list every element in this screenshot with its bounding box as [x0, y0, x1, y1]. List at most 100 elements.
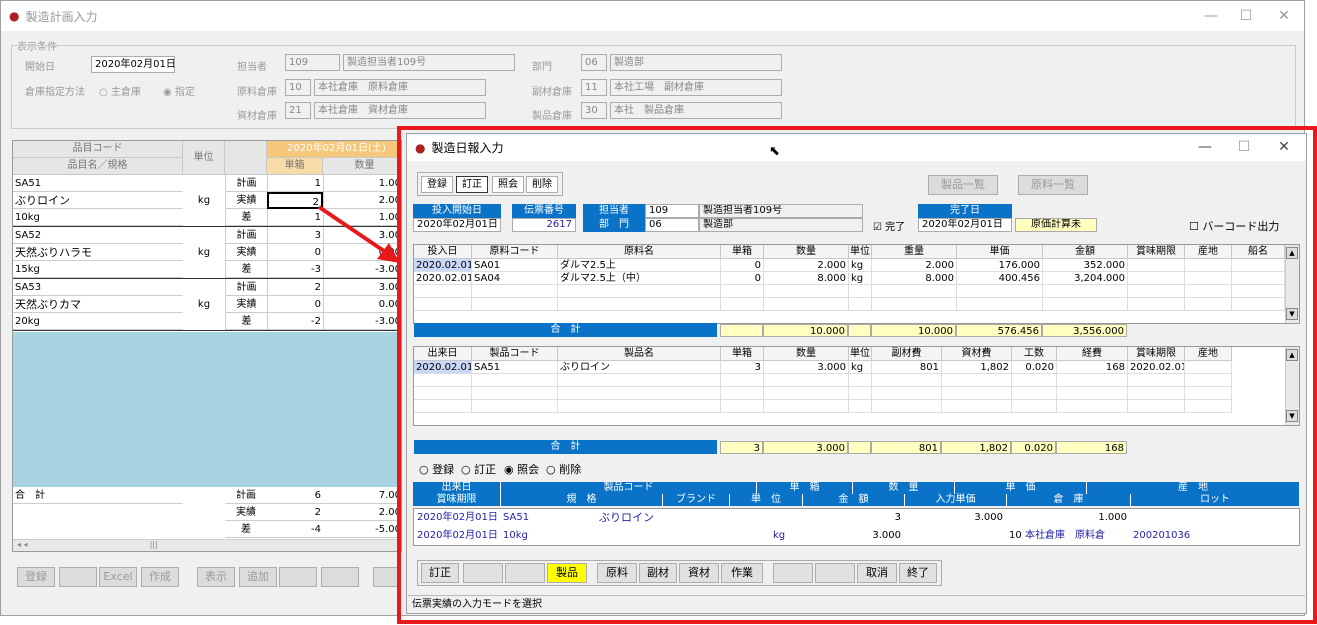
product-cell[interactable]: [849, 374, 872, 387]
product-list-button[interactable]: 製品一覧: [928, 175, 998, 195]
material-cell[interactable]: 2.000: [764, 259, 849, 272]
start-date-field[interactable]: 2020年02月01日: [413, 218, 501, 232]
material-cell[interactable]: [872, 298, 957, 311]
material-cell[interactable]: [414, 298, 472, 311]
product-cell[interactable]: [764, 374, 849, 387]
material-cell[interactable]: kg: [849, 259, 872, 272]
material-cell[interactable]: 8.000: [872, 272, 957, 285]
product-cell[interactable]: 2020.02.01: [414, 361, 472, 374]
material-cell[interactable]: [957, 298, 1043, 311]
product-cell[interactable]: 168: [1057, 361, 1128, 374]
product-cell[interactable]: [414, 387, 472, 400]
material-cell[interactable]: SA01: [472, 259, 558, 272]
material-cell[interactable]: 2020.02.01: [414, 259, 472, 272]
material-cell[interactable]: [472, 285, 558, 298]
mode-radio-0[interactable]: ○ 登録: [419, 461, 454, 477]
material-cell[interactable]: [1128, 259, 1185, 272]
product-cell[interactable]: [1185, 361, 1232, 374]
product-vscroll[interactable]: ▲ ▼: [1285, 347, 1299, 425]
bg-action-button[interactable]: [59, 567, 97, 587]
material-cell[interactable]: [414, 285, 472, 298]
material-cell[interactable]: [472, 298, 558, 311]
detail-unit[interactable]: kg: [771, 529, 801, 542]
material-cell[interactable]: [1128, 285, 1185, 298]
material-cell[interactable]: [1232, 298, 1285, 311]
product-cell[interactable]: [414, 400, 472, 413]
product-cell[interactable]: [849, 400, 872, 413]
close-button[interactable]: ✕: [1264, 1, 1304, 31]
detail-code[interactable]: SA51: [501, 511, 597, 524]
detail-box[interactable]: 3: [803, 511, 903, 524]
material-cell[interactable]: 0: [721, 272, 764, 285]
function-button[interactable]: 取消: [857, 563, 897, 583]
material-cell[interactable]: [849, 285, 872, 298]
material-cell[interactable]: [721, 298, 764, 311]
product-cell[interactable]: [1057, 400, 1128, 413]
function-button[interactable]: [773, 563, 813, 583]
fg-maximize-button[interactable]: ☐: [1224, 134, 1264, 161]
product-cell[interactable]: [942, 374, 1012, 387]
material-vscroll[interactable]: ▲ ▼: [1285, 245, 1299, 323]
product-cell[interactable]: ぶりロイン: [558, 361, 721, 374]
function-button[interactable]: 原料: [597, 563, 637, 583]
material-cell[interactable]: ダルマ2.5上（中）: [558, 272, 721, 285]
product-cell[interactable]: [872, 374, 942, 387]
fg-close-button[interactable]: ✕: [1264, 134, 1304, 161]
bg-action-button[interactable]: [279, 567, 317, 587]
detail-date-1[interactable]: 2020年02月01日: [415, 511, 499, 524]
material-cell[interactable]: [1185, 298, 1232, 311]
box-value[interactable]: -2: [267, 313, 323, 330]
barcode-checkbox[interactable]: ☐ バーコード出力: [1189, 218, 1279, 234]
material-cell[interactable]: [1232, 272, 1285, 285]
seihin-code[interactable]: 30: [581, 102, 607, 119]
tantou-code[interactable]: 109: [285, 54, 340, 71]
product-cell[interactable]: 2020.02.01: [1128, 361, 1185, 374]
slip-no-field[interactable]: 2617: [512, 218, 576, 232]
product-cell[interactable]: [721, 374, 764, 387]
material-cell[interactable]: 176.000: [957, 259, 1043, 272]
fg-minimize-button[interactable]: —: [1185, 134, 1225, 161]
material-cell[interactable]: [1128, 272, 1185, 285]
product-cell[interactable]: [872, 400, 942, 413]
product-cell[interactable]: [872, 387, 942, 400]
product-cell[interactable]: 801: [872, 361, 942, 374]
bg-action-button[interactable]: [373, 567, 399, 587]
bg-action-button[interactable]: 登録: [17, 567, 55, 587]
mode-radio-3[interactable]: ○ 削除: [546, 461, 581, 477]
function-button[interactable]: 訂正: [421, 563, 459, 583]
product-cell[interactable]: [414, 374, 472, 387]
detail-name[interactable]: ぶりロイン: [597, 511, 747, 524]
material-cell[interactable]: [849, 298, 872, 311]
scroll-down-icon[interactable]: ▼: [1286, 308, 1298, 320]
product-cell[interactable]: kg: [849, 361, 872, 374]
material-cell[interactable]: [558, 298, 721, 311]
done-date-field[interactable]: 2020年02月01日: [918, 218, 1012, 232]
product-cell[interactable]: [942, 387, 1012, 400]
product-cell[interactable]: [1012, 400, 1057, 413]
material-cell[interactable]: [1043, 285, 1128, 298]
detail-wh-code[interactable]: 10: [1007, 529, 1023, 542]
product-cell[interactable]: 0.020: [1012, 361, 1057, 374]
material-cell[interactable]: [1232, 285, 1285, 298]
detail-date-2[interactable]: 2020年02月01日: [415, 529, 499, 542]
product-cell[interactable]: [472, 387, 558, 400]
maximize-button[interactable]: ☐: [1226, 1, 1266, 31]
done-checkbox[interactable]: ☑ 完了: [873, 218, 905, 233]
detail-amount[interactable]: 3.000: [803, 529, 903, 542]
material-cell[interactable]: ダルマ2.5上: [558, 259, 721, 272]
radio-specify[interactable]: ◉ 指定: [163, 83, 195, 98]
material-cell[interactable]: [1185, 285, 1232, 298]
product-cell[interactable]: 3: [721, 361, 764, 374]
bg-action-button[interactable]: [321, 567, 359, 587]
product-cell[interactable]: [472, 374, 558, 387]
detail-price[interactable]: 1.000: [1007, 511, 1129, 524]
mode-edit-button[interactable]: 訂正: [456, 176, 488, 193]
function-button[interactable]: 副材: [639, 563, 677, 583]
product-cell[interactable]: [1012, 374, 1057, 387]
box-value[interactable]: 2: [267, 279, 323, 296]
product-cell[interactable]: [1057, 387, 1128, 400]
material-cell[interactable]: 400.456: [957, 272, 1043, 285]
material-cell[interactable]: [1185, 259, 1232, 272]
product-cell[interactable]: [1185, 387, 1232, 400]
function-button[interactable]: [505, 563, 545, 583]
